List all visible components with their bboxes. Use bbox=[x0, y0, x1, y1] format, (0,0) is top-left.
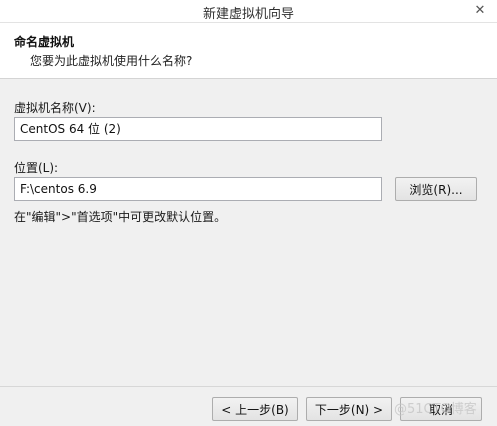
close-icon[interactable]: ✕ bbox=[463, 0, 497, 20]
back-button[interactable]: < 上一步(B) bbox=[212, 397, 298, 421]
page-subtitle: 您要为此虚拟机使用什么名称? bbox=[30, 54, 193, 68]
wizard-header: 命名虚拟机 您要为此虚拟机使用什么名称? bbox=[0, 23, 497, 79]
vm-name-label: 虚拟机名称(V): bbox=[14, 101, 96, 115]
browse-button[interactable]: 浏览(R)... bbox=[395, 177, 477, 201]
window-titlebar: 新建虚拟机向导 ✕ bbox=[0, 0, 497, 23]
location-input[interactable]: F:\centos 6.9 bbox=[14, 177, 382, 201]
location-label: 位置(L): bbox=[14, 161, 59, 175]
vm-name-input[interactable]: CentOS 64 位 (2) bbox=[14, 117, 382, 141]
next-button[interactable]: 下一步(N) > bbox=[306, 397, 392, 421]
watermark: @51CTO博客 bbox=[394, 402, 477, 417]
window-title: 新建虚拟机向导 bbox=[202, 7, 294, 22]
location-hint: 在"编辑">"首选项"中可更改默认位置。 bbox=[14, 210, 227, 224]
page-title: 命名虚拟机 bbox=[14, 35, 75, 49]
